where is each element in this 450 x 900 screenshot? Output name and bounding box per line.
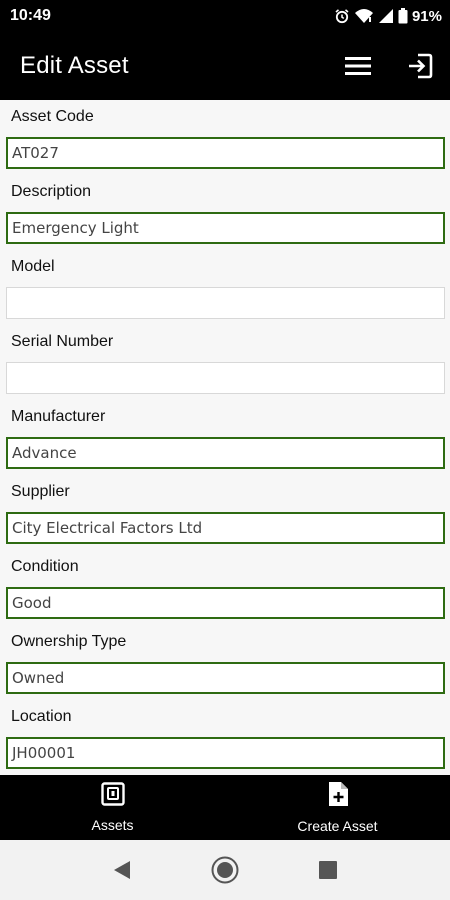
asset-code-input[interactable]: AT027 <box>6 137 445 169</box>
nav-label-assets: Assets <box>91 817 134 833</box>
field-label: Ownership Type <box>11 633 127 650</box>
recents-icon[interactable] <box>308 850 348 890</box>
bottom-nav: Assets Create Asset <box>0 775 450 840</box>
page-title: Edit Asset <box>20 52 129 79</box>
field-supplier: Supplier City Electrical Factors Ltd <box>0 475 450 550</box>
logout-icon[interactable] <box>406 52 434 80</box>
field-location: Location JH00001 <box>0 700 450 775</box>
field-label: Asset Code <box>11 108 94 125</box>
field-manufacturer: Manufacturer Advance <box>0 400 450 475</box>
field-label: Manufacturer <box>11 408 106 425</box>
field-description: Description Emergency Light <box>0 175 450 250</box>
model-input[interactable] <box>6 287 445 319</box>
app-bar-actions <box>344 52 434 80</box>
nav-label-create-asset: Create Asset <box>297 818 378 834</box>
asset-form: Asset Code AT027 Description Emergency L… <box>0 100 450 775</box>
field-model: Model <box>0 250 450 325</box>
field-label: Serial Number <box>11 333 114 350</box>
home-icon[interactable] <box>205 850 245 890</box>
manufacturer-input[interactable]: Advance <box>6 437 445 469</box>
field-serial-number: Serial Number <box>0 325 450 400</box>
field-ownership-type: Ownership Type Owned <box>0 625 450 700</box>
nav-item-assets[interactable]: Assets <box>0 775 225 840</box>
battery-percent: 91% <box>411 7 442 25</box>
field-label: Model <box>11 258 55 275</box>
serial-number-input[interactable] <box>6 362 445 394</box>
menu-icon[interactable] <box>344 52 372 80</box>
alarm-icon <box>334 8 350 24</box>
ownership-type-input[interactable]: Owned <box>6 662 445 694</box>
field-label: Supplier <box>11 483 70 500</box>
field-label: Condition <box>11 558 79 575</box>
system-nav-bar <box>0 840 450 900</box>
condition-input[interactable]: Good <box>6 587 445 619</box>
create-asset-icon <box>327 781 349 812</box>
status-icons: 91% <box>334 8 442 25</box>
assets-icon <box>100 782 125 811</box>
description-input[interactable]: Emergency Light <box>6 212 445 244</box>
supplier-input[interactable]: City Electrical Factors Ltd <box>6 512 445 544</box>
field-label: Location <box>11 708 72 725</box>
signal-icon <box>378 8 394 24</box>
battery-icon <box>398 8 408 24</box>
back-icon[interactable] <box>102 850 142 890</box>
field-asset-code: Asset Code AT027 <box>0 100 450 175</box>
status-time: 10:49 <box>10 7 51 24</box>
app-bar: Edit Asset <box>0 32 450 100</box>
field-label: Description <box>11 183 92 200</box>
wifi-icon <box>354 8 374 24</box>
field-condition: Condition Good <box>0 550 450 625</box>
nav-item-create-asset[interactable]: Create Asset <box>225 775 450 840</box>
location-input[interactable]: JH00001 <box>6 737 445 769</box>
status-bar: 10:49 91% <box>0 0 450 32</box>
